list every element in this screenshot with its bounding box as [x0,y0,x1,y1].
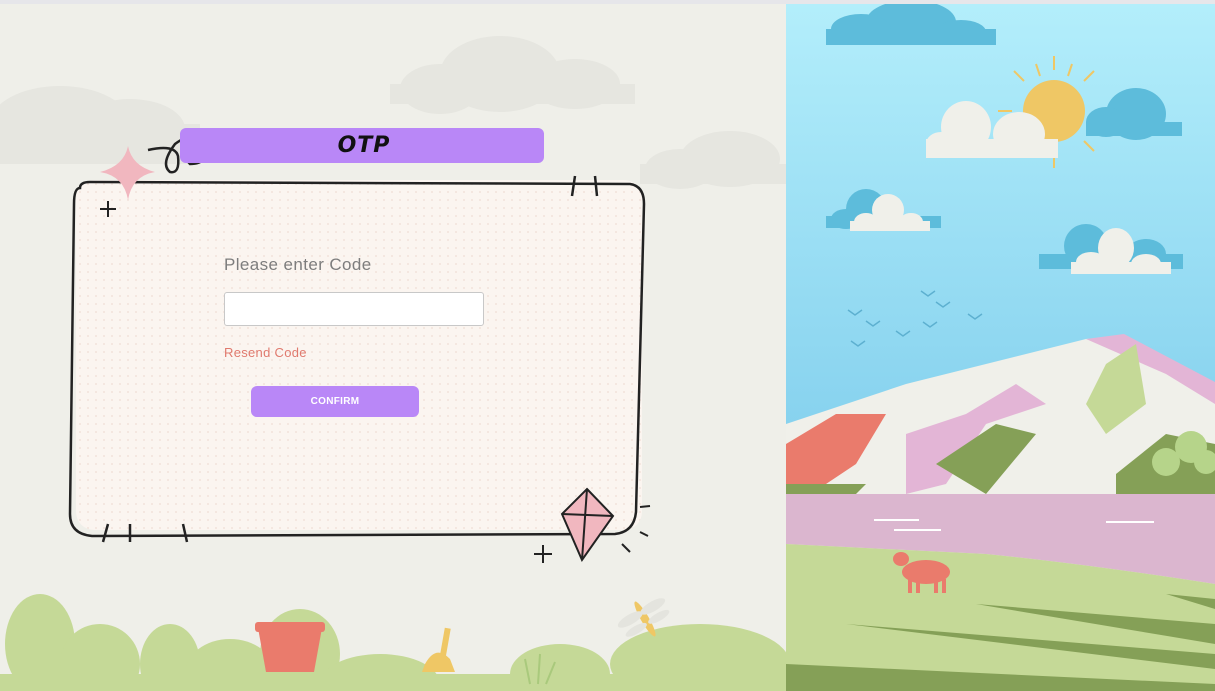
left-pane: OTP Please enter Code Resend Code CONFIR… [0,4,786,691]
code-prompt-label: Please enter Code [224,255,372,274]
bucket-icon [255,622,325,672]
shovel-icon [422,627,455,672]
tick-marks [101,175,599,543]
otp-code-input[interactable] [224,292,484,326]
confirm-button[interactable]: CONFIRM [251,386,419,417]
cloud-icon [390,36,635,114]
page-title: OTP [337,133,391,158]
cloud-icon [640,131,786,189]
bush-icon [0,594,786,691]
landscape-illustration [786,4,1215,691]
resend-code-link[interactable]: Resend Code [224,345,307,360]
sparkle-icon [100,146,155,200]
card-outline-doodle [68,132,651,563]
title-banner: OTP [180,128,544,163]
right-pane-illustration [786,4,1215,691]
